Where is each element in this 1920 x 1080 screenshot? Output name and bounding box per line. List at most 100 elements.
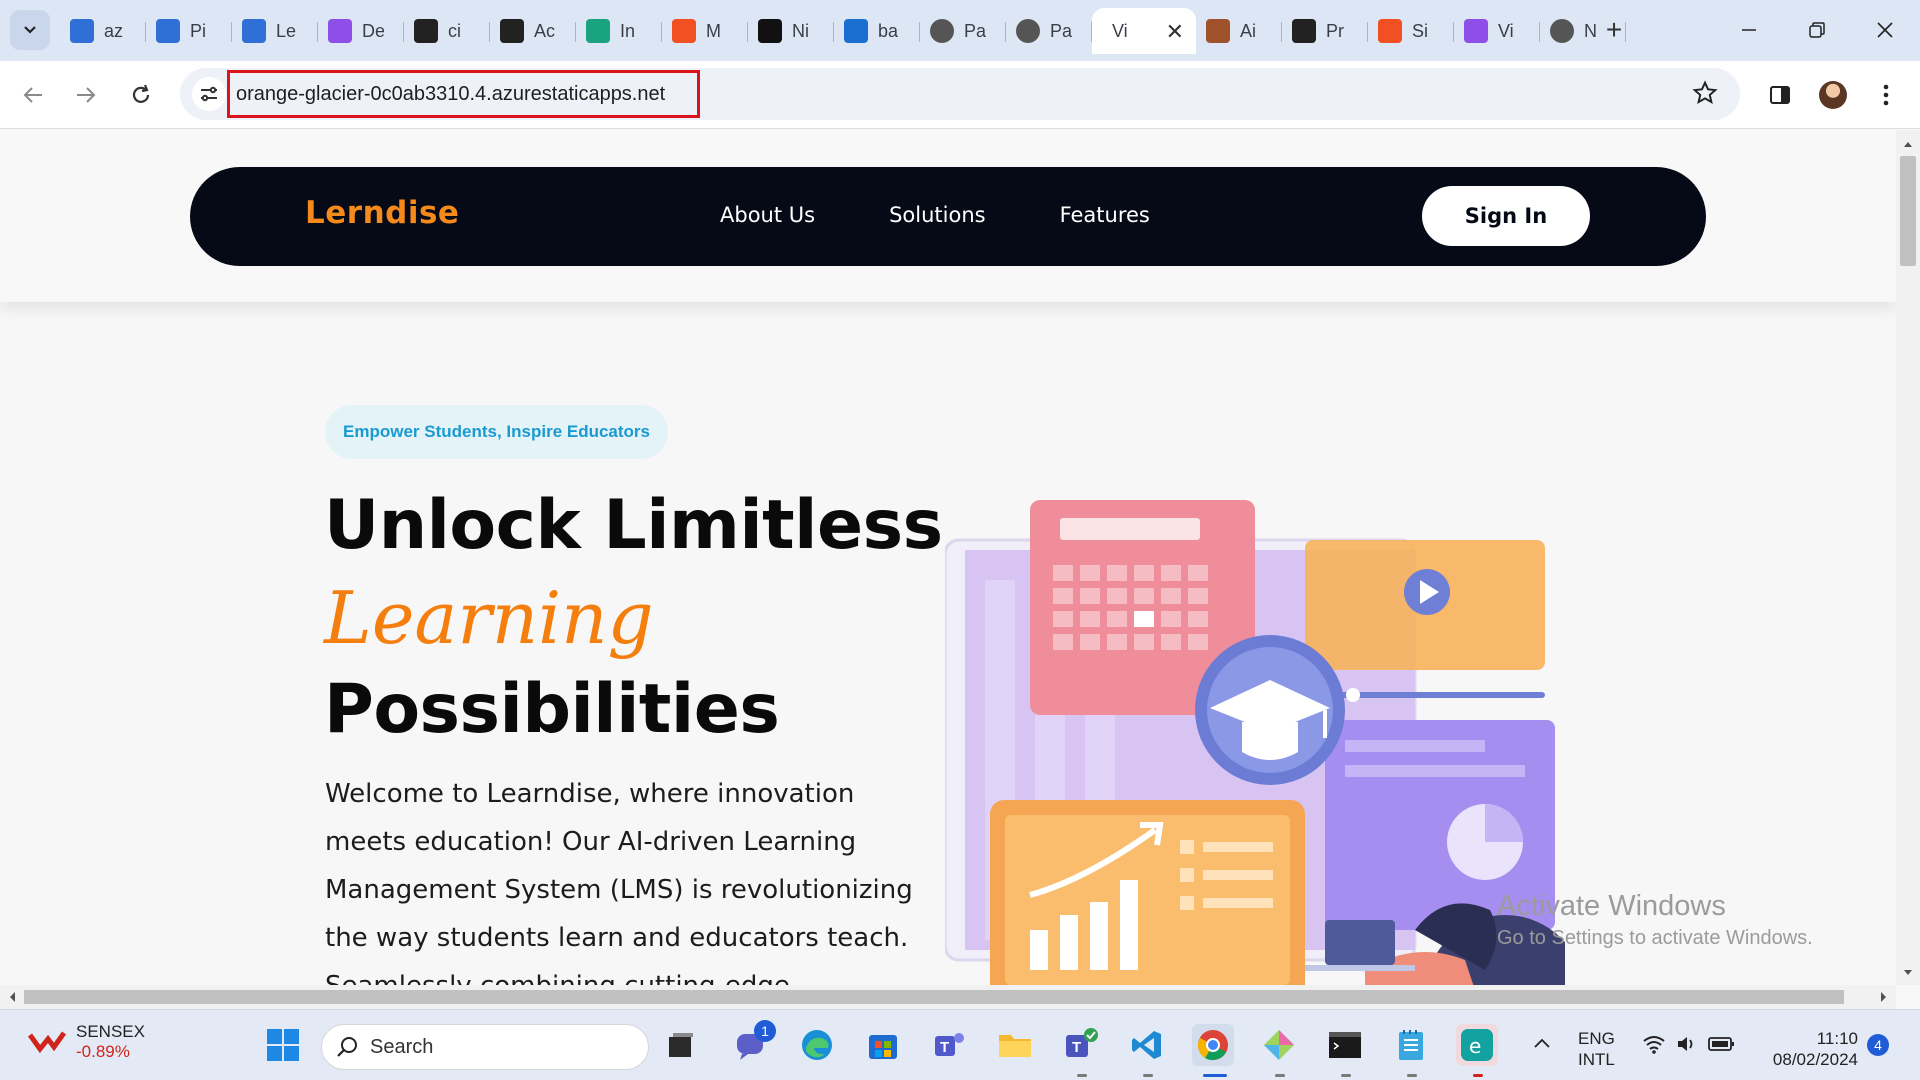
browser-tab[interactable]: Si	[1368, 8, 1454, 54]
teams-chat-button[interactable]: 1	[730, 1020, 776, 1066]
edge-button[interactable]	[796, 1024, 838, 1066]
browser-tab[interactable]: az	[60, 8, 146, 54]
address-bar[interactable]: orange-glacier-0c0ab3310.4.azurestaticap…	[180, 68, 1740, 120]
new-tab-button[interactable]: +	[1598, 14, 1630, 46]
browser-tab[interactable]: Pi	[146, 8, 232, 54]
browser-tab[interactable]: In	[576, 8, 662, 54]
browser-tab[interactable]: Pr	[1282, 8, 1368, 54]
browser-menu-button[interactable]	[1868, 77, 1904, 113]
system-tray-status[interactable]	[1642, 1034, 1736, 1054]
browser-tab[interactable]: Le	[232, 8, 318, 54]
browser-tab[interactable]: Vi	[1454, 8, 1540, 54]
nav-links: About Us Solutions Features	[720, 203, 1224, 227]
minimize-button[interactable]	[1724, 10, 1774, 50]
nav-features[interactable]: Features	[1060, 203, 1150, 227]
bookmark-star-button[interactable]	[1692, 80, 1718, 111]
browser-tab[interactable]: Pa	[920, 8, 1006, 54]
forward-button[interactable]	[68, 77, 104, 113]
url-text[interactable]: orange-glacier-0c0ab3310.4.azurestaticap…	[227, 70, 700, 118]
apps-icon	[1292, 19, 1316, 43]
clock[interactable]: 11:10 08/02/2024	[1758, 1028, 1858, 1070]
horizontal-scroll-thumb[interactable]	[24, 990, 1844, 1004]
hero-title-line-1: Unlock Limitless	[324, 486, 943, 565]
stock-widget[interactable]: SENSEX -0.89%	[28, 1022, 145, 1062]
svg-text:T: T	[940, 1039, 949, 1056]
tab-active[interactable]: Vi ✕	[1092, 8, 1196, 54]
notification-badge[interactable]: 4	[1867, 1034, 1889, 1056]
close-tab-icon[interactable]: ✕	[1166, 19, 1184, 45]
tagline-badge: Empower Students, Inspire Educators	[325, 405, 669, 459]
browser-tab[interactable]: De	[318, 8, 404, 54]
taskbar-search[interactable]: Search	[321, 1024, 649, 1070]
avatar	[1819, 81, 1847, 109]
vertical-scrollbar[interactable]	[1896, 130, 1920, 985]
browser-tab[interactable]: Ai	[1196, 8, 1282, 54]
site-info-button[interactable]	[192, 77, 226, 111]
stock-chart-icon	[28, 1031, 66, 1054]
browser-tab[interactable]: ci	[404, 8, 490, 54]
teams-button[interactable]: T	[928, 1024, 970, 1066]
svg-text:e: e	[1469, 1034, 1481, 1058]
hero-title-line-3: Possibilities	[324, 670, 780, 749]
activate-windows-watermark: Activate Windows Go to Settings to activ…	[1497, 890, 1813, 950]
back-button[interactable]	[15, 77, 51, 113]
tab-title: M	[706, 20, 721, 41]
browser-tab[interactable]: M	[662, 8, 748, 54]
chrome-button[interactable]	[1192, 1024, 1234, 1066]
windows-taskbar: SENSEX -0.89% Search 1 T T e ENG INTL 11…	[0, 1009, 1920, 1080]
more-vertical-icon	[1883, 84, 1889, 106]
search-icon	[337, 1037, 357, 1057]
profile-button[interactable]	[1815, 77, 1851, 113]
site-logo[interactable]: Lerndise	[305, 195, 459, 231]
azure-devops-icon	[70, 19, 94, 43]
task-view-button[interactable]	[660, 1024, 702, 1066]
store-button[interactable]	[862, 1024, 904, 1066]
running-indicator	[1473, 1074, 1483, 1077]
diamond-app-icon	[1264, 1030, 1294, 1060]
horizontal-scrollbar[interactable]	[0, 985, 1896, 1009]
search-label: Search	[370, 1035, 434, 1058]
site-header: Lerndise About Us Solutions Features Sig…	[0, 130, 1896, 302]
reload-button[interactable]	[123, 77, 159, 113]
notepad-button[interactable]	[1390, 1024, 1432, 1066]
restore-button[interactable]	[1792, 10, 1842, 50]
close-window-button[interactable]	[1860, 10, 1910, 50]
side-panel-icon	[1770, 86, 1790, 104]
browser-tab[interactable]: ba	[834, 8, 920, 54]
sign-in-button[interactable]: Sign In	[1422, 186, 1590, 246]
running-indicator	[1341, 1074, 1351, 1077]
scroll-left-icon[interactable]	[2, 985, 22, 1009]
browser-tab[interactable]: Ni	[748, 8, 834, 54]
vscode-button[interactable]	[1126, 1024, 1168, 1066]
teams-new-button[interactable]: T	[1060, 1024, 1102, 1066]
scroll-right-icon[interactable]	[1874, 985, 1894, 1009]
nav-solutions[interactable]: Solutions	[889, 203, 986, 227]
minimize-icon	[1742, 29, 1756, 31]
tab-title: De	[362, 20, 384, 41]
keyboard-layout: INTL	[1578, 1050, 1615, 1069]
side-panel-button[interactable]	[1762, 77, 1798, 113]
chevron-down-icon	[24, 26, 36, 34]
start-button[interactable]	[262, 1024, 304, 1066]
eset-button[interactable]: e	[1456, 1024, 1498, 1066]
watermark-title: Activate Windows	[1497, 890, 1726, 922]
terminal-button[interactable]	[1324, 1024, 1366, 1066]
vertical-scroll-thumb[interactable]	[1900, 156, 1916, 266]
battery-icon	[1708, 1037, 1734, 1051]
globe-icon	[1550, 19, 1574, 43]
git-app-button[interactable]	[1258, 1024, 1300, 1066]
show-hidden-icons-button[interactable]	[1532, 1034, 1552, 1055]
page-viewport: Lerndise About Us Solutions Features Sig…	[0, 130, 1896, 985]
tab-title: Ai	[1240, 20, 1257, 41]
browser-tab[interactable]: Ac	[490, 8, 576, 54]
scroll-up-icon[interactable]	[1896, 134, 1920, 154]
scroll-down-icon[interactable]	[1896, 963, 1920, 983]
nav-about-us[interactable]: About Us	[720, 203, 815, 227]
azure-icon	[844, 19, 868, 43]
browser-tab[interactable]: Pa	[1006, 8, 1092, 54]
running-indicator	[1407, 1074, 1417, 1077]
language-indicator[interactable]: ENG INTL	[1578, 1028, 1615, 1070]
tab-search-button[interactable]	[10, 10, 50, 50]
file-explorer-button[interactable]	[994, 1024, 1036, 1066]
wifi-icon	[1643, 1036, 1665, 1054]
